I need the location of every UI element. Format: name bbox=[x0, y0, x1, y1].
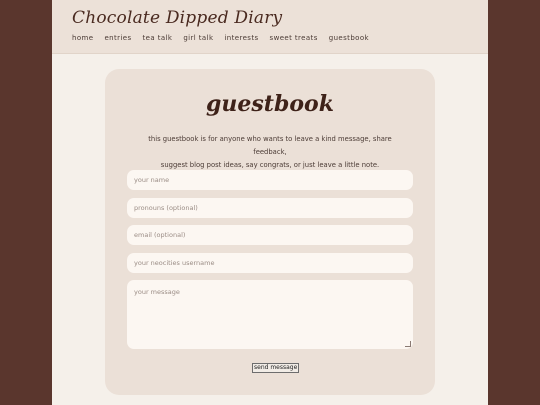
site-title[interactable]: Chocolate Dipped Diary bbox=[72, 8, 282, 28]
nav-interests[interactable]: interests bbox=[224, 34, 258, 42]
nav-girl-talk[interactable]: girl talk bbox=[183, 34, 213, 42]
site-header: Chocolate Dipped Diary home entries tea … bbox=[52, 0, 488, 54]
guestbook-card: guestbook this guestbook is for anyone w… bbox=[105, 69, 435, 395]
neocities-username-field[interactable]: your neocities username bbox=[127, 253, 413, 273]
guestbook-intro: this guestbook is for anyone who wants t… bbox=[135, 133, 405, 172]
nav-tea-talk[interactable]: tea talk bbox=[143, 34, 173, 42]
nav-guestbook[interactable]: guestbook bbox=[329, 34, 369, 42]
neocities-placeholder: your neocities username bbox=[134, 259, 215, 267]
guestbook-title: guestbook bbox=[206, 91, 334, 117]
nav-home[interactable]: home bbox=[72, 34, 93, 42]
nav-sweet-treats[interactable]: sweet treats bbox=[270, 34, 318, 42]
resize-handle-icon[interactable] bbox=[405, 341, 411, 347]
message-textarea[interactable]: your message bbox=[127, 280, 413, 349]
pronouns-field[interactable]: pronouns (optional) bbox=[127, 198, 413, 218]
email-field[interactable]: email (optional) bbox=[127, 225, 413, 245]
message-placeholder: your message bbox=[134, 288, 180, 296]
email-placeholder: email (optional) bbox=[134, 231, 186, 239]
name-field[interactable]: your name bbox=[127, 170, 413, 190]
intro-line-1: this guestbook is for anyone who wants t… bbox=[148, 135, 392, 156]
nav-entries[interactable]: entries bbox=[104, 34, 131, 42]
pronouns-placeholder: pronouns (optional) bbox=[134, 204, 198, 212]
page: Chocolate Dipped Diary home entries tea … bbox=[52, 0, 488, 405]
send-message-button[interactable]: send message bbox=[252, 363, 300, 373]
site-nav: home entries tea talk girl talk interest… bbox=[72, 34, 369, 42]
name-placeholder: your name bbox=[134, 176, 170, 184]
